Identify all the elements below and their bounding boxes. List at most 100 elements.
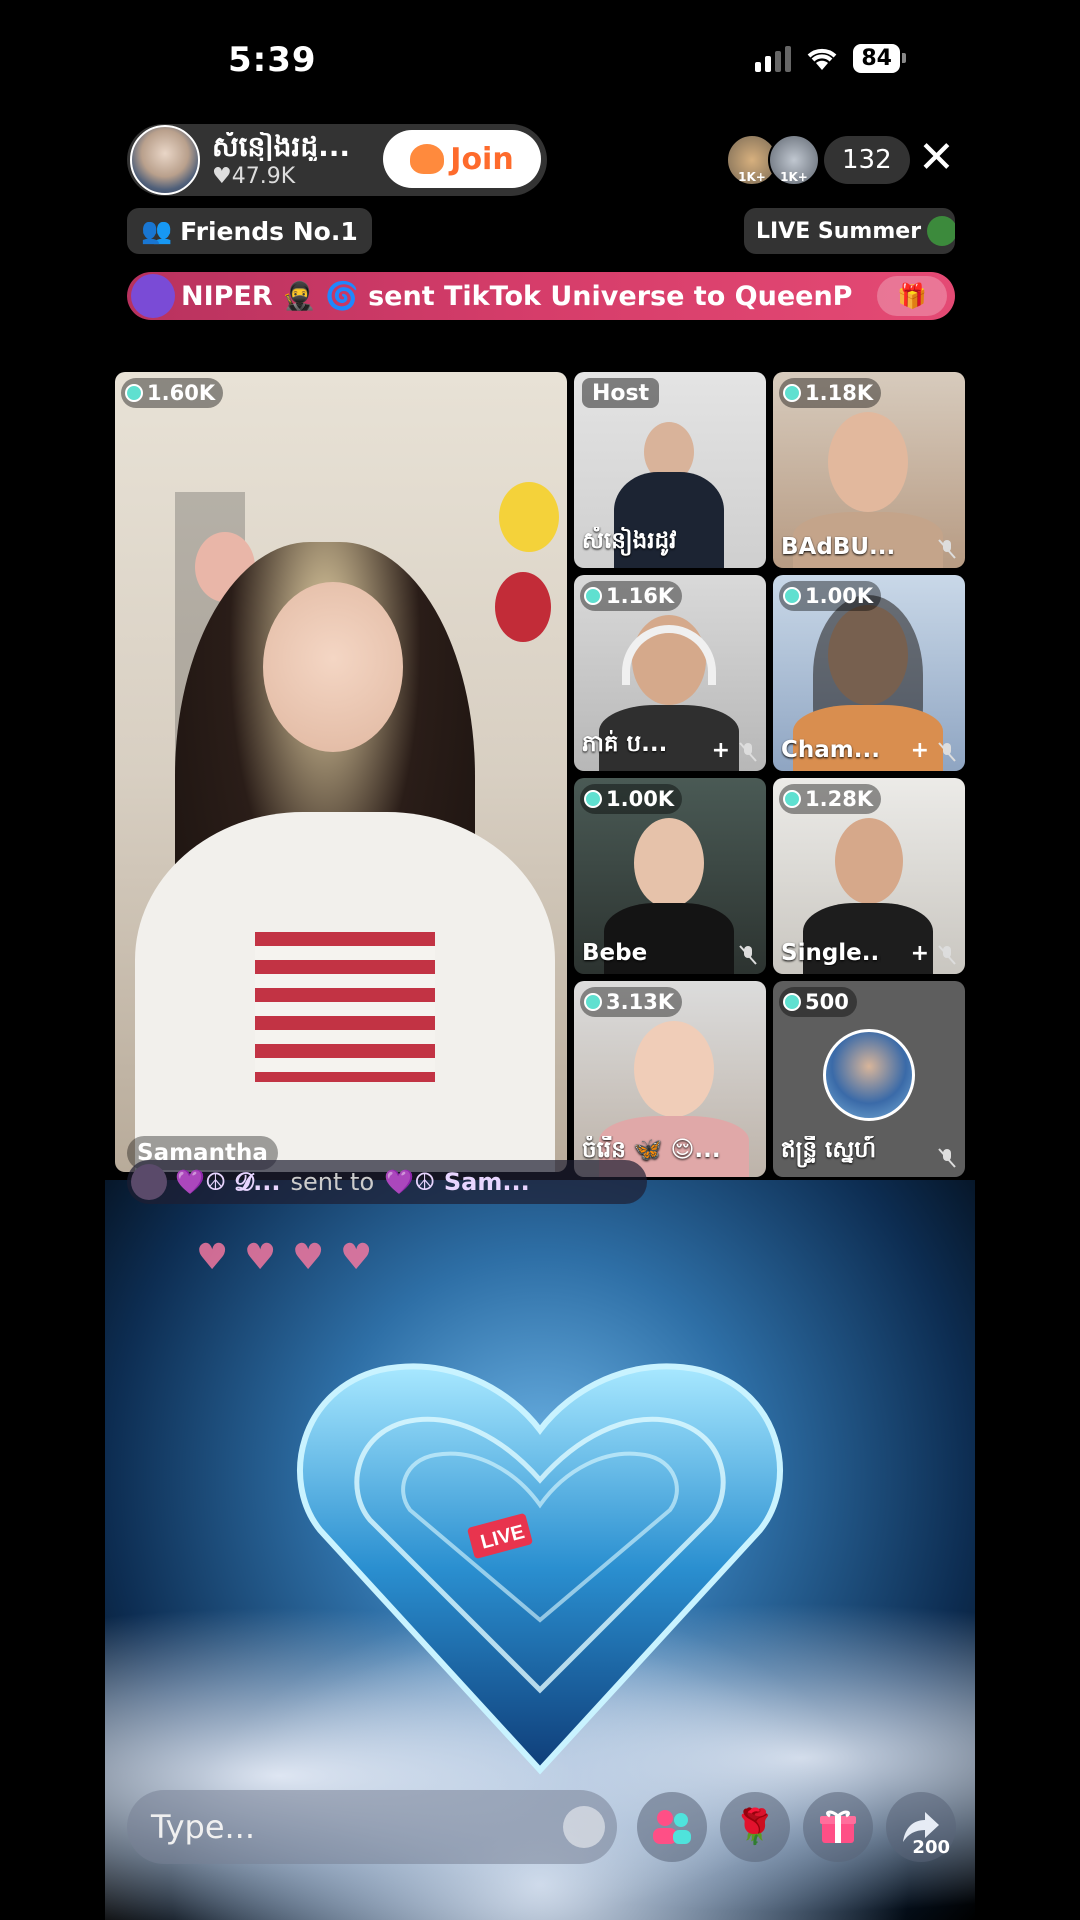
guest-avatar bbox=[823, 1029, 915, 1121]
gift-points-badge: 1.60K bbox=[121, 378, 224, 408]
add-icon[interactable]: + bbox=[911, 941, 929, 966]
mic-muted-icon bbox=[739, 945, 757, 965]
gift-points-badge: 1.28K bbox=[779, 784, 882, 814]
guest-tile[interactable]: 1.00K Bebe bbox=[574, 778, 766, 974]
guest-name: សំនៀងរដូវ bbox=[582, 528, 677, 554]
guest-face bbox=[634, 818, 704, 908]
plush-toy-yellow bbox=[499, 482, 559, 552]
guest-tile[interactable]: 3.13K ចំរើន 🦋 😌... bbox=[574, 981, 766, 1177]
comment-placeholder: Type... bbox=[151, 1808, 256, 1846]
guest-face bbox=[634, 1021, 714, 1117]
guest-name: ឥន្ទ្រី ស្នេហ៍ bbox=[781, 1137, 877, 1163]
gift-points-value: 500 bbox=[805, 990, 849, 1014]
guests-icon bbox=[653, 1810, 691, 1844]
host-likes: ♥47.9K bbox=[212, 164, 296, 190]
host-profile-pill[interactable]: សំនៀងរដូ... ♥47.9K Join bbox=[127, 124, 547, 196]
signal-icon bbox=[755, 45, 792, 72]
coin-icon bbox=[584, 587, 602, 605]
gift-icon bbox=[820, 1810, 856, 1843]
guest-name: Bebe bbox=[582, 940, 648, 966]
coin-icon bbox=[584, 993, 602, 1011]
viewer-count[interactable]: 132 bbox=[824, 136, 910, 184]
rose-gift-button[interactable]: 🌹 bbox=[720, 1792, 790, 1862]
banner-text: NIPER 🥷 🌀 sent TikTok Universe to QueenP bbox=[181, 281, 853, 312]
viewer-list[interactable]: 1K+ 1K+ 132 bbox=[726, 134, 910, 186]
mic-muted-icon bbox=[938, 1148, 956, 1168]
gift-sender: 💜☮ 𝓓... bbox=[175, 1168, 281, 1196]
coin-icon bbox=[783, 790, 801, 808]
floating-hearts: ♥ ♥ ♥ ♥ bbox=[196, 1240, 376, 1276]
guest-name: Single... bbox=[781, 940, 881, 966]
multi-guest-button[interactable] bbox=[637, 1792, 707, 1862]
gift-points-badge: 3.13K bbox=[580, 987, 683, 1017]
host-avatar[interactable] bbox=[130, 125, 200, 195]
close-icon[interactable]: ✕ bbox=[918, 136, 955, 180]
live-summer-label: LIVE Summer bbox=[756, 218, 922, 244]
gift-recipient: 💜☮ Sam... bbox=[384, 1168, 530, 1196]
join-heart-icon bbox=[410, 144, 445, 174]
friends-ranking-pill[interactable]: 👥 Friends No.1 bbox=[127, 208, 372, 254]
coin-icon bbox=[783, 993, 801, 1011]
gift-points-value: 3.13K bbox=[606, 990, 675, 1014]
sweater-stripes bbox=[255, 932, 435, 1082]
gift-points-value: 1.16K bbox=[606, 584, 675, 608]
guest-name: Cham... bbox=[781, 737, 880, 763]
gift-points-value: 1.28K bbox=[805, 787, 874, 811]
gift-points-value: 1.00K bbox=[805, 584, 874, 608]
heart-icon: ♥ bbox=[196, 1237, 229, 1278]
join-button[interactable]: Join bbox=[383, 130, 541, 188]
live-summer-pill[interactable]: LIVE Summer bbox=[744, 208, 955, 254]
gift-points-badge: 1.16K bbox=[580, 581, 683, 611]
join-label: Join bbox=[450, 141, 514, 177]
sender-avatar bbox=[131, 1164, 167, 1200]
live-stream-screen: LIVE 5:39 84 សំនៀងរដូ... ♥47.9K Join 1K+… bbox=[105, 0, 975, 1920]
viewer-avatar[interactable]: 1K+ bbox=[768, 134, 820, 186]
mic-muted-icon bbox=[938, 742, 956, 762]
guest-tile-main[interactable]: 1.60K bbox=[115, 372, 567, 1172]
add-icon[interactable]: + bbox=[712, 738, 730, 763]
gift-announcement-banner[interactable]: NIPER 🥷 🌀 sent TikTok Universe to QueenP… bbox=[127, 272, 955, 320]
heart-icon: ♥ bbox=[244, 1237, 277, 1278]
gift-points-value: 1.18K bbox=[805, 381, 874, 405]
battery-icon: 84 bbox=[853, 44, 906, 73]
heart-icon: ♥ bbox=[292, 1237, 325, 1278]
comment-input[interactable]: Type... bbox=[127, 1790, 617, 1864]
guest-face bbox=[828, 412, 908, 512]
status-time: 5:39 bbox=[228, 40, 317, 80]
mic-muted-icon bbox=[739, 742, 757, 762]
mic-muted-icon bbox=[938, 945, 956, 965]
gift-box-icon[interactable]: 🎁 bbox=[877, 276, 947, 316]
host-name: សំនៀងរដូ... bbox=[212, 131, 351, 162]
gift-points-value: 1.60K bbox=[147, 381, 216, 405]
mic-muted-icon bbox=[938, 539, 956, 559]
gift-button[interactable] bbox=[803, 1792, 873, 1862]
add-icon[interactable]: + bbox=[911, 738, 929, 763]
live-summer-icon bbox=[927, 216, 955, 246]
rose-icon: 🌹 bbox=[733, 1807, 777, 1847]
guest-tile[interactable]: 1.00K Cham... + bbox=[773, 575, 965, 771]
emoji-icon[interactable] bbox=[563, 1806, 605, 1848]
friends-label: Friends No.1 bbox=[180, 216, 358, 246]
coin-icon bbox=[783, 587, 801, 605]
heart-icon: ♥ bbox=[340, 1237, 373, 1278]
share-button[interactable]: 200 bbox=[886, 1792, 956, 1862]
gift-points-badge: 1.00K bbox=[580, 784, 683, 814]
headphones-icon bbox=[622, 625, 716, 685]
banner-badge-icon bbox=[131, 274, 175, 318]
friends-icon: 👥 bbox=[141, 216, 173, 245]
coin-icon bbox=[783, 384, 801, 402]
streamer-face bbox=[263, 582, 403, 752]
guest-tile-host[interactable]: Host សំនៀងរដូវ bbox=[574, 372, 766, 568]
gift-points-badge: 500 bbox=[779, 987, 857, 1017]
heart-building-illustration: LIVE bbox=[297, 1363, 783, 1775]
status-icons: 84 bbox=[755, 44, 906, 73]
guest-tile[interactable]: 1.16K ភាគ់ ប... + bbox=[574, 575, 766, 771]
guest-tile[interactable]: 500 ឥន្ទ្រី ស្នេហ៍ bbox=[773, 981, 965, 1177]
guest-tile[interactable]: 1.18K BAdBU... bbox=[773, 372, 965, 568]
guest-name: ភាគ់ ប... bbox=[582, 731, 668, 757]
gift-points-value: 1.00K bbox=[606, 787, 675, 811]
plush-toy-red bbox=[495, 572, 551, 642]
guest-face bbox=[835, 818, 903, 904]
wifi-icon bbox=[808, 48, 837, 70]
guest-tile[interactable]: 1.28K Single... + bbox=[773, 778, 965, 974]
